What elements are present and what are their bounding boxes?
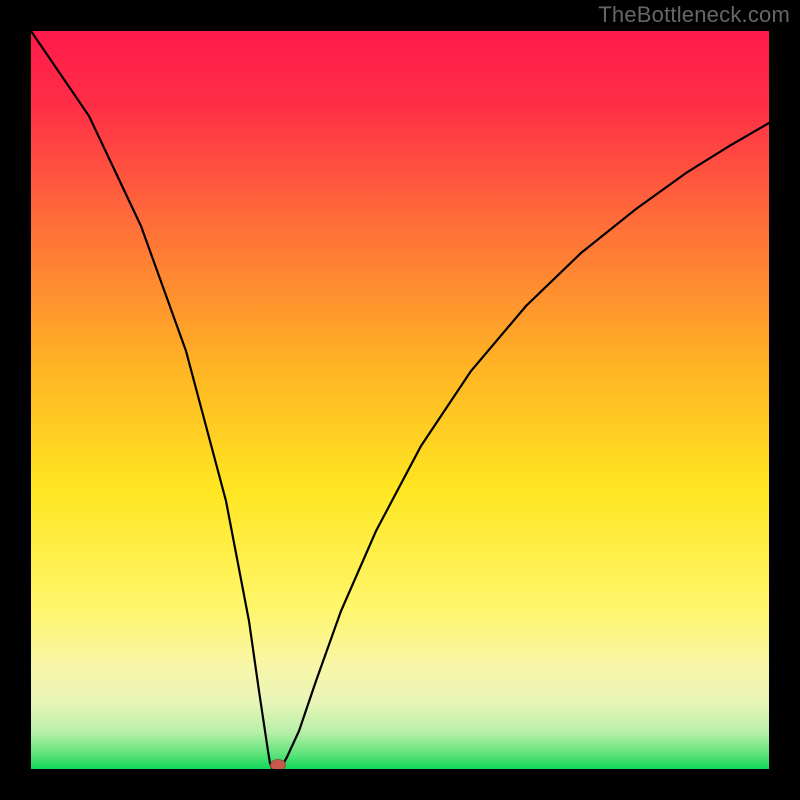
gradient-background [31,31,769,769]
chart-container: TheBottleneck.com [0,0,800,800]
bottleneck-chart [31,31,769,769]
watermark-text: TheBottleneck.com [598,2,790,28]
minimum-marker [271,760,286,770]
